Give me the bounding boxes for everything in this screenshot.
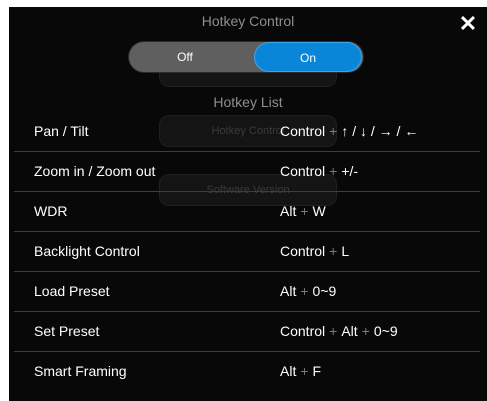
hotkey-key: Control [280,243,326,259]
hotkey-keys: Control + +/- [280,152,358,191]
hotkey-key: Alt [280,363,297,379]
hotkey-list-title: Hotkey List [213,94,283,110]
hotkey-keys: Control + L [280,232,349,271]
hotkey-row: Zoom in / Zoom out Control + +/- [14,152,480,192]
hotkey-name: Backlight Control [34,243,140,259]
hotkey-row: Load Preset Alt +0~9 [14,272,480,312]
plus-sign: + [300,203,309,219]
hotkey-row: Smart Framing Alt + F [14,352,480,391]
close-icon[interactable]: ✕ [457,13,479,35]
hotkey-key: 0~9 [373,323,398,339]
toggle-on-option[interactable]: On [254,42,362,72]
plus-sign: + [329,243,338,259]
hotkey-row: Backlight Control Control + L [14,232,480,272]
hotkey-keys: Control + Alt +0~9 [280,312,398,351]
hotkey-toggle[interactable]: Off On [129,42,363,72]
hotkey-key: Alt [280,283,297,299]
hotkey-dialog: Language Hotkey Control Software Version… [9,7,487,401]
hotkey-row: Set Preset Control + Alt +0~9 [14,312,480,352]
hotkey-name: Smart Framing [34,363,127,379]
hotkey-name: Load Preset [34,283,110,299]
hotkey-key: 0~9 [312,283,337,299]
plus-sign: + [329,163,338,179]
hotkey-key: Alt [280,203,297,219]
toggle-off-option[interactable]: Off [131,42,239,72]
hotkey-name: Pan / Tilt [34,123,89,139]
hotkey-name: Set Preset [34,323,100,339]
hotkey-key: Alt [341,323,358,339]
hotkey-keys: Alt +0~9 [280,272,336,311]
plus-sign: + [300,283,309,299]
hotkey-keys: Alt + W [280,192,326,231]
dialog-title: Hotkey Control [201,13,295,29]
hotkey-key: Control [280,323,326,339]
hotkey-key: Control [280,163,326,179]
hotkey-row: WDR Alt + W [14,192,480,232]
hotkey-key: +/- [341,163,359,179]
hotkey-keys: Alt + F [280,352,321,391]
hotkey-list: Pan / Tilt Control + ↑ / ↓ / → / ← Zoom in… [14,112,480,391]
hotkey-key: F [312,363,322,379]
hotkey-key: L [341,243,350,259]
hotkey-row: Pan / Tilt Control + ↑ / ↓ / → / ← [14,112,480,152]
plus-sign: + [329,123,338,139]
plus-sign: + [329,323,338,339]
plus-sign: + [361,323,370,339]
hotkey-keys: Control + ↑ / ↓ / → / ← [280,112,418,151]
hotkey-key: ↑ / ↓ / → / ← [341,123,419,139]
hotkey-name: Zoom in / Zoom out [34,163,156,179]
hotkey-key: W [312,203,326,219]
hotkey-key: Control [280,123,326,139]
plus-sign: + [300,363,309,379]
hotkey-name: WDR [34,203,68,219]
